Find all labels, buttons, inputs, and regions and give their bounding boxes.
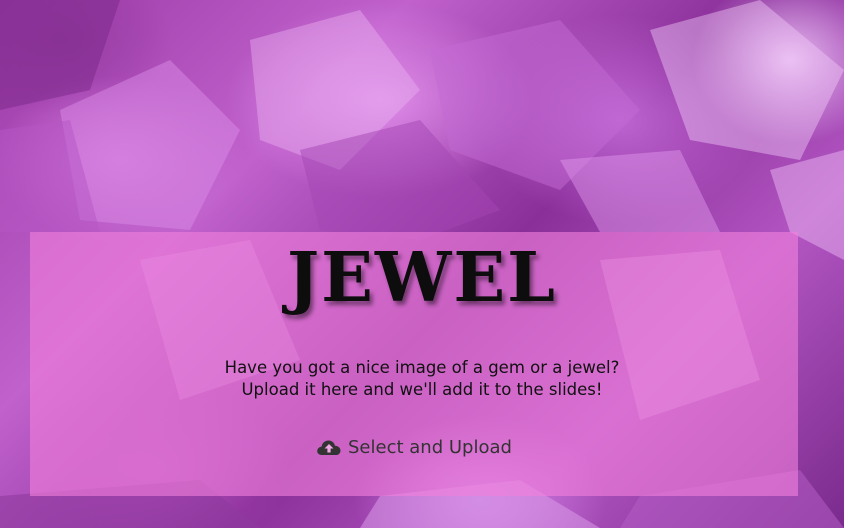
select-and-upload-button[interactable]: Select and Upload <box>316 433 512 461</box>
description-line-2: Upload it here and we'll add it to the s… <box>241 380 603 399</box>
upload-button-label: Select and Upload <box>348 436 512 458</box>
cloud-upload-icon <box>316 437 342 457</box>
description-line-1: Have you got a nice image of a gem or a … <box>224 358 620 377</box>
upload-description: Have you got a nice image of a gem or a … <box>0 357 844 401</box>
page-title: JEWEL <box>286 238 557 318</box>
